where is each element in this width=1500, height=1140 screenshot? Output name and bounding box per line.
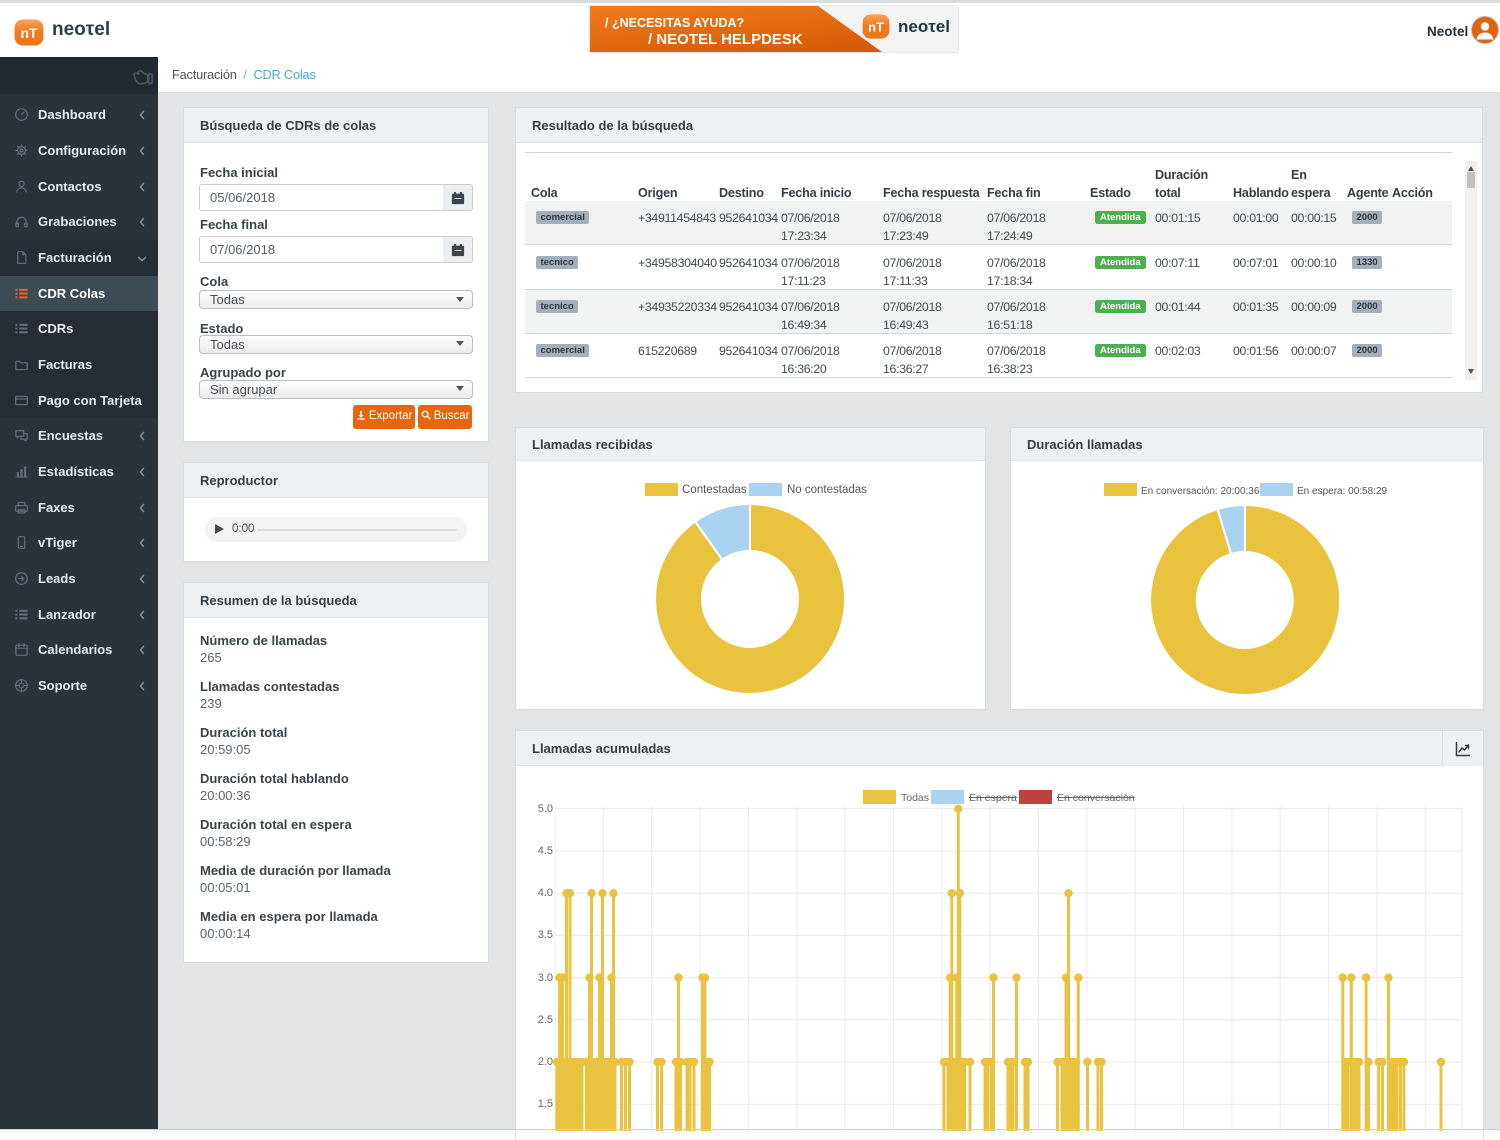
svg-text:nT: nT bbox=[868, 20, 884, 35]
svg-text:nT: nT bbox=[20, 25, 38, 41]
